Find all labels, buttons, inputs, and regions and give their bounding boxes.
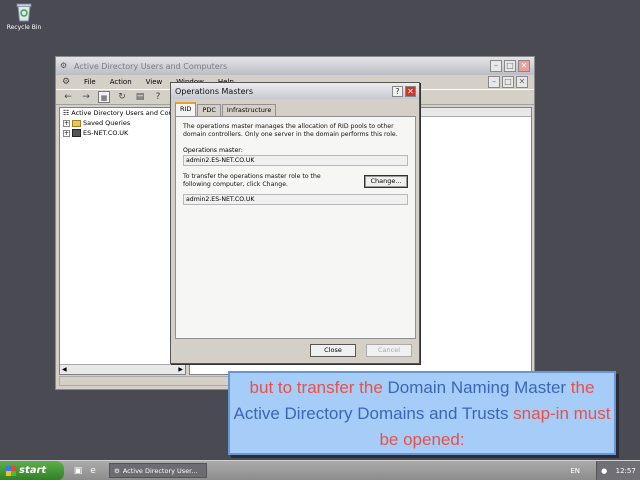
caption-part-2: Domain Naming Master <box>387 378 567 397</box>
task-label: Active Directory User... <box>122 466 198 475</box>
caption-part-1: but to transfer the <box>249 378 388 397</box>
refresh-icon[interactable]: ↻ <box>116 91 128 103</box>
internet-explorer-icon[interactable]: e <box>87 465 99 477</box>
tab-pdc[interactable]: PDC <box>197 104 221 116</box>
cancel-button[interactable]: Cancel <box>366 344 412 357</box>
change-button[interactable]: Change... <box>364 175 408 188</box>
window-title: Active Directory Users and Computers <box>74 61 228 71</box>
tree-root-label: Active Directory Users and Comp <box>71 109 180 117</box>
show-desktop-icon[interactable]: ▣ <box>72 465 84 477</box>
rid-description: The operations master manages the alloca… <box>183 123 398 138</box>
tree-saved-queries-label: Saved Queries <box>83 119 131 127</box>
tree-domain-label: ES-NET.CO.UK <box>83 129 129 137</box>
windows-logo-icon <box>6 465 16 476</box>
transfer-instruction: To transfer the operations master role t… <box>183 173 321 188</box>
dialog-tabs: RID PDC Infrastructure <box>175 102 277 116</box>
scroll-left-icon[interactable]: ◀ <box>62 365 67 374</box>
console-tree: ☷ Active Directory Users and Comp + Save… <box>59 107 186 375</box>
maximize-button[interactable]: □ <box>504 60 516 72</box>
console-icon[interactable]: ⚙ <box>60 76 72 88</box>
clock[interactable]: 12:57 <box>616 467 636 475</box>
forward-arrow-icon[interactable]: → <box>80 91 92 103</box>
mmc-task-icon: ⚙ <box>114 466 120 475</box>
child-minimize-button[interactable]: – <box>488 76 500 88</box>
operations-master-label: Operations master: <box>183 147 243 154</box>
system-tray: ● 12:57 <box>596 460 640 480</box>
dialog-title-bar[interactable]: Operations Masters ? ✕ <box>171 83 419 99</box>
transfer-target-field: admin2.ES-NET.CO.UK <box>183 194 408 205</box>
dialog-buttons: Close Cancel <box>310 344 412 357</box>
child-close-button[interactable]: ✕ <box>516 76 528 88</box>
menu-action[interactable]: Action <box>108 78 134 86</box>
recycle-bin-label: Recycle Bin <box>6 24 42 31</box>
recycle-bin-desktop-icon[interactable]: Recycle Bin <box>6 2 42 31</box>
operations-master-field: admin2.ES-NET.CO.UK <box>183 155 408 166</box>
start-button[interactable]: start <box>0 460 64 480</box>
tree-horizontal-scrollbar[interactable]: ◀ ▶ <box>60 364 185 374</box>
dialog-title: Operations Masters <box>175 86 254 96</box>
child-restore-button[interactable]: □ <box>502 76 514 88</box>
window-close-button[interactable]: ✕ <box>518 60 530 72</box>
tab-rid[interactable]: RID <box>175 102 197 116</box>
scroll-right-icon[interactable]: ▶ <box>178 365 183 374</box>
tab-infrastructure[interactable]: Infrastructure <box>221 104 277 116</box>
tree-item-domain[interactable]: + ES-NET.CO.UK <box>60 128 185 138</box>
expand-icon[interactable]: + <box>63 119 70 127</box>
taskbar-task-active-directory[interactable]: ⚙ Active Directory User... <box>109 463 207 478</box>
close-button[interactable]: Close <box>310 344 356 357</box>
menu-file[interactable]: File <box>82 78 98 86</box>
transfer-row: To transfer the operations master role t… <box>183 173 408 189</box>
minimize-button[interactable]: – <box>490 60 502 72</box>
menu-view[interactable]: View <box>144 78 165 86</box>
expand-icon[interactable]: + <box>63 129 70 137</box>
back-arrow-icon[interactable]: ← <box>62 91 74 103</box>
domain-icon <box>72 129 81 137</box>
help-icon[interactable]: ? <box>152 91 164 103</box>
quick-launch: ▣ e <box>72 465 99 477</box>
console-tree-toggle-icon[interactable]: ▦ <box>98 91 110 103</box>
tutorial-caption: but to transfer the Domain Naming Master… <box>228 371 616 455</box>
tree-item-root[interactable]: ☷ Active Directory Users and Comp <box>60 108 185 118</box>
ad-console-icon: ☷ <box>63 109 70 117</box>
window-title-bar[interactable]: ⚙ Active Directory Users and Computers –… <box>56 57 534 75</box>
language-indicator[interactable]: EN <box>570 467 580 475</box>
mmc-app-icon: ⚙ <box>60 61 68 70</box>
caption-part-4: Active Directory Domains and Trusts <box>233 404 509 423</box>
network-icon[interactable]: ● <box>601 467 607 475</box>
start-label: start <box>19 465 47 476</box>
caption-part-3: the <box>566 378 595 397</box>
tree-item-saved-queries[interactable]: + Saved Queries <box>60 118 185 128</box>
dialog-close-button[interactable]: ✕ <box>405 85 416 97</box>
dialog-help-button[interactable]: ? <box>392 85 403 97</box>
recycle-bin-icon <box>15 2 33 22</box>
rid-tab-panel: The operations master manages the alloca… <box>175 116 416 339</box>
taskbar: start ▣ e ⚙ Active Directory User... EN … <box>0 460 640 480</box>
folder-icon <box>72 119 81 127</box>
export-list-icon[interactable]: ▤ <box>134 91 146 103</box>
operations-masters-dialog: Operations Masters ? ✕ RID PDC Infrastru… <box>170 82 420 364</box>
